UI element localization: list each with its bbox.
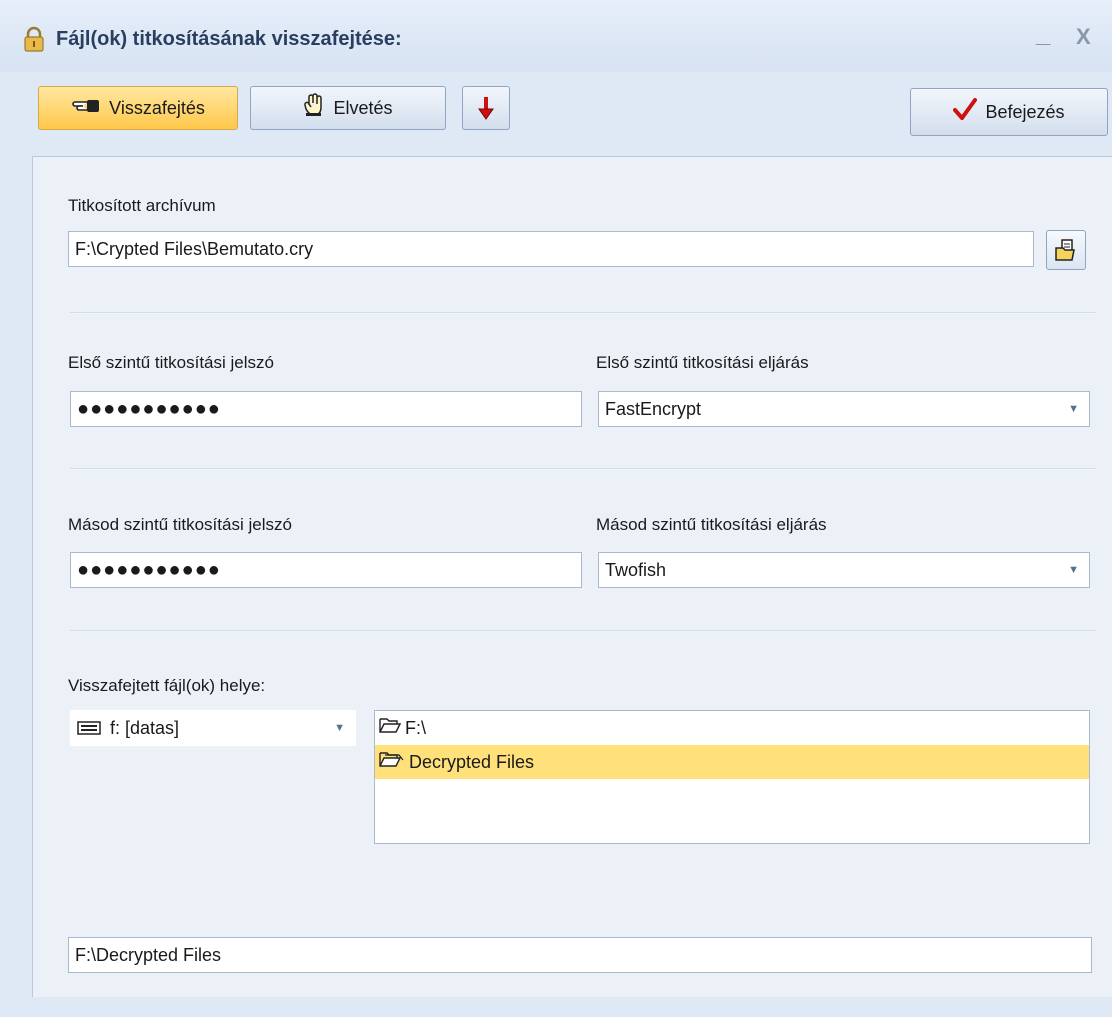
decrypt-button[interactable]: Visszafejtés: [38, 86, 238, 130]
move-down-button[interactable]: [462, 86, 510, 130]
level2-password-label: Másod szintű titkosítási jelszó: [68, 515, 292, 534]
level1-method-label: Első szintű titkosítási eljárás: [596, 353, 809, 372]
window-title: Fájl(ok) titkosításának visszafejtése:: [56, 28, 402, 50]
folder-name: F:\: [405, 718, 426, 738]
level1-method-select[interactable]: FastEncrypt ▼: [598, 391, 1090, 427]
finish-button-label: Befejezés: [985, 101, 1065, 122]
folder-name: Decrypted Files: [409, 752, 535, 772]
output-label: Visszafejtett fájl(ok) helye:: [68, 676, 266, 695]
browse-button[interactable]: [1046, 230, 1086, 270]
level2-password-field[interactable]: ●●●●●●●●●●●: [70, 552, 582, 588]
pointing-hand-icon: [71, 95, 101, 121]
level1-method-value: FastEncrypt: [605, 399, 702, 419]
list-item[interactable]: Decrypted Files: [375, 745, 1089, 779]
separator-2: [70, 468, 1096, 470]
title-bar: Fájl(ok) titkosításának visszafejtése: _…: [0, 0, 1112, 72]
level2-method-value: Twofish: [605, 560, 667, 580]
chevron-down-icon: ▼: [1068, 564, 1079, 576]
level1-password-field[interactable]: ●●●●●●●●●●●: [70, 391, 582, 427]
lock-icon: [24, 26, 44, 52]
discard-button[interactable]: Elvetés: [250, 86, 446, 130]
open-folder-icon: [379, 711, 402, 745]
drive-value: f: [datas]: [110, 718, 180, 738]
archive-path-field[interactable]: F:\Crypted Files\Bemutato.cry: [68, 231, 1034, 267]
drive-icon: [77, 711, 101, 745]
chevron-down-icon: ▼: [334, 722, 345, 734]
level2-method-label: Másod szintű titkosítási eljárás: [596, 515, 827, 534]
archive-label: Titkosított archívum: [68, 196, 216, 215]
checkmark-icon: [953, 98, 978, 126]
open-file-icon: [1055, 239, 1075, 261]
folder-list[interactable]: F:\ Decrypted Files: [374, 710, 1090, 844]
list-item[interactable]: F:\: [375, 711, 1089, 745]
finish-button[interactable]: Befejezés: [910, 88, 1108, 136]
decrypt-window: Fájl(ok) titkosításának visszafejtése: _…: [0, 0, 1112, 1017]
open-folder-icon: [379, 745, 405, 779]
drive-select[interactable]: f: [datas] ▼: [70, 710, 356, 746]
decrypt-button-label: Visszafejtés: [109, 97, 205, 118]
arrow-down-icon: [478, 97, 494, 120]
close-button[interactable]: X: [1076, 24, 1091, 50]
hand-stop-icon: [303, 93, 325, 123]
toolbar: Visszafejtés Elvetés Befejezés: [0, 72, 1112, 152]
level1-password-label: Első szintű titkosítási jelszó: [68, 353, 274, 372]
output-path-field[interactable]: F:\Decrypted Files: [68, 937, 1092, 973]
chevron-down-icon: ▼: [1068, 403, 1079, 415]
level2-method-select[interactable]: Twofish ▼: [598, 552, 1090, 588]
separator-1: [70, 312, 1096, 314]
discard-button-label: Elvetés: [333, 97, 393, 118]
minimize-button[interactable]: _: [1036, 18, 1050, 49]
separator-3: [70, 630, 1096, 632]
